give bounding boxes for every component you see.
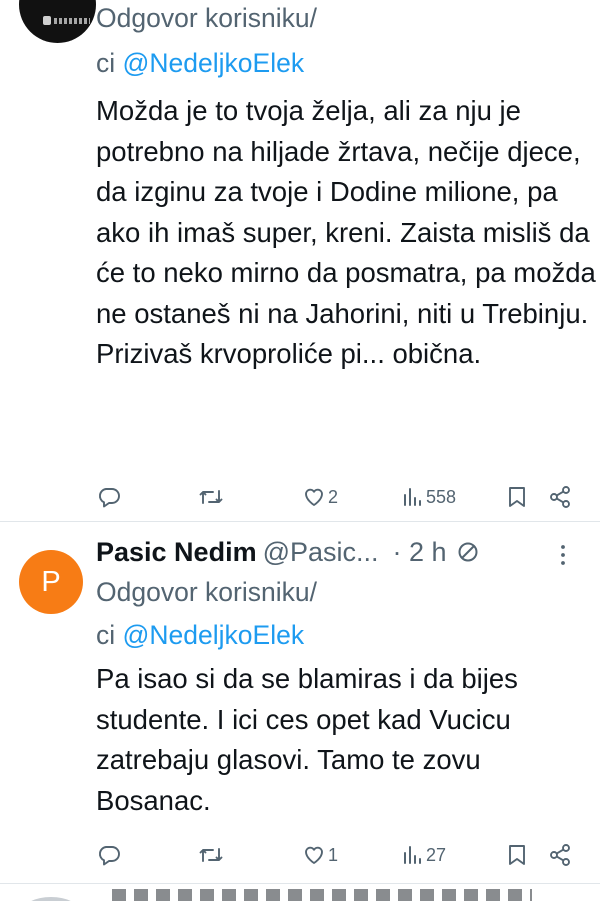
tweet[interactable]: P Pasic Nedim @Pasic... · 2 h Odgovor ko…	[0, 521, 600, 884]
reply-prefix: Odgovor korisniku/	[96, 3, 317, 33]
retweet-icon	[198, 843, 224, 867]
views-count: 27	[426, 844, 447, 865]
reply-icon	[97, 843, 121, 867]
share-icon	[548, 843, 572, 867]
like-button[interactable]: 2	[302, 477, 338, 517]
reply-context: ci @NedeljkoElek	[96, 613, 304, 657]
bookmark-button[interactable]	[506, 835, 528, 875]
tweet-time[interactable]: · 2 h	[393, 537, 447, 568]
like-icon	[302, 485, 326, 509]
reply-ci: ci	[96, 620, 116, 650]
share-button[interactable]	[548, 477, 572, 517]
views-button[interactable]: 27	[402, 835, 446, 875]
more-icon[interactable]	[559, 544, 567, 566]
like-count: 1	[328, 844, 339, 865]
tweet-header: Pasic Nedim @Pasic... · 2 h	[96, 534, 586, 570]
avatar	[22, 897, 80, 901]
tweet-text: Možda je to tvoja želja, ali za nju je p…	[96, 95, 596, 369]
reply-icon	[97, 485, 121, 509]
retweet-button[interactable]	[198, 835, 226, 875]
like-icon	[302, 843, 326, 867]
reply-button[interactable]	[97, 477, 123, 517]
bookmark-button[interactable]	[506, 477, 528, 517]
reply-context: Odgovor korisniku/	[96, 570, 317, 614]
views-icon	[402, 485, 424, 509]
views-count: 558	[426, 486, 457, 507]
avatar-image-detail	[54, 18, 90, 24]
share-button[interactable]	[548, 835, 572, 875]
truncated-header	[112, 889, 532, 901]
avatar-image-detail	[43, 16, 51, 25]
mention-link[interactable]: @NedeljkoElek	[123, 620, 305, 650]
reply-button[interactable]	[97, 835, 123, 875]
no-entry-icon	[455, 539, 481, 565]
tweet[interactable]: Odgovor korisniku/ ci @NedeljkoElek Možd…	[0, 0, 600, 521]
author-handle[interactable]: @Pasic...	[263, 537, 379, 568]
tweet-text: Pa isao si da se blamiras i da bijes stu…	[96, 663, 518, 816]
retweet-button[interactable]	[198, 477, 226, 517]
retweet-icon	[198, 485, 224, 509]
views-button[interactable]: 558	[402, 477, 456, 517]
next-tweet-partial	[0, 883, 600, 901]
avatar-letter: P	[41, 565, 61, 598]
reply-context: Odgovor korisniku/	[96, 0, 317, 40]
tweet-actions: 2 558	[0, 477, 600, 517]
avatar[interactable]	[19, 0, 96, 43]
share-icon	[548, 485, 572, 509]
like-button[interactable]: 1	[302, 835, 338, 875]
bookmark-icon	[506, 843, 528, 867]
bookmark-icon	[506, 485, 528, 509]
like-count: 2	[328, 486, 339, 507]
views-icon	[402, 843, 424, 867]
reply-ci: ci	[96, 48, 116, 78]
author-name[interactable]: Pasic Nedim	[96, 537, 257, 568]
tweet-actions: 1 27	[0, 835, 600, 875]
reply-context: ci @NedeljkoElek	[96, 41, 304, 85]
avatar[interactable]: P	[19, 550, 83, 614]
mention-link[interactable]: @NedeljkoElek	[123, 48, 305, 78]
reply-prefix: Odgovor korisniku/	[96, 577, 317, 607]
